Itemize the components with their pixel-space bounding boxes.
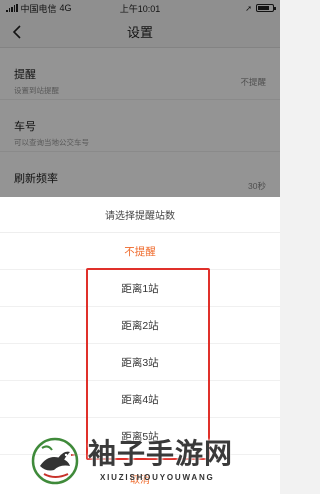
option-no-reminder[interactable]: 不提醒 bbox=[0, 233, 280, 270]
bird-logo-icon bbox=[31, 437, 79, 485]
sheet-header: 请选择提醒站数 bbox=[0, 197, 280, 233]
option-1-stop[interactable]: 距离1站 bbox=[0, 270, 280, 307]
option-2-stops[interactable]: 距离2站 bbox=[0, 307, 280, 344]
watermark-subtitle: XIUZISHOUYOUWANG bbox=[100, 473, 215, 482]
option-3-stops[interactable]: 距离3站 bbox=[0, 344, 280, 381]
watermark: 袖子手游网 XIUZISHOUYOUWANG bbox=[30, 432, 270, 488]
option-4-stops[interactable]: 距离4站 bbox=[0, 381, 280, 418]
watermark-title: 袖子手游网 bbox=[88, 437, 234, 470]
